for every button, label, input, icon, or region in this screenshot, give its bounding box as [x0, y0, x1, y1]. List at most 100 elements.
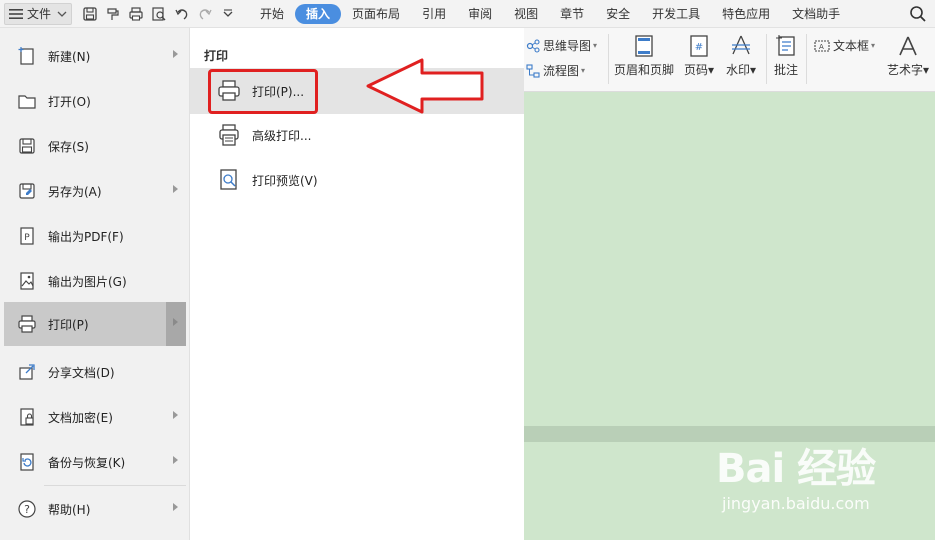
- file-menu-label: 文件: [27, 7, 52, 21]
- backup-icon: [16, 451, 38, 473]
- submenu-arrow-icon: [173, 318, 178, 326]
- menu-item-label: 分享文档(D): [48, 365, 115, 380]
- submenu-item-label: 打印预览(V): [252, 173, 318, 188]
- menu-divider: [44, 485, 186, 486]
- flowchart-button[interactable]: 流程图 ▾: [526, 62, 585, 79]
- search-icon[interactable]: [909, 5, 927, 23]
- menu-item-label: 打开(O): [48, 94, 91, 109]
- save-as-icon: [16, 180, 38, 202]
- chevron-down-icon[interactable]: [57, 9, 67, 19]
- dropdown-arrow-icon: ▾: [707, 63, 715, 77]
- printer-icon: [16, 313, 38, 335]
- tab-view[interactable]: 视图: [503, 4, 549, 24]
- submenu-arrow-icon: [173, 411, 178, 419]
- tab-doc-assistant[interactable]: 文档助手: [781, 4, 851, 24]
- submenu-item-advanced-print[interactable]: 高级打印...: [190, 112, 524, 158]
- mindmap-label: 思维导图: [543, 39, 592, 53]
- tab-home[interactable]: 开始: [249, 4, 295, 24]
- wordart-icon: [899, 36, 917, 56]
- highlight-box: [208, 69, 318, 114]
- wordart-button[interactable]: 艺术字▾: [884, 34, 932, 78]
- submenu-item-label: 高级打印...: [252, 128, 312, 143]
- print-preview-icon[interactable]: [149, 4, 169, 24]
- menu-item-print[interactable]: 打印(P): [4, 302, 186, 346]
- watermark-logo: Bai 经验: [716, 446, 876, 492]
- menu-item-label: 打印(P): [48, 317, 89, 332]
- tab-developer[interactable]: 开发工具: [641, 4, 711, 24]
- menu-item-export-pdf[interactable]: P 输出为PDF(F): [4, 214, 186, 258]
- dropdown-arrow-icon: ▾: [871, 41, 876, 50]
- submenu-arrow-icon: [173, 50, 178, 58]
- header-footer-button[interactable]: 页眉和页脚: [612, 34, 676, 78]
- mindmap-button[interactable]: 思维导图 ▾: [526, 37, 597, 54]
- svg-text:#: #: [695, 42, 703, 53]
- ribbon-divider: [608, 34, 609, 84]
- menu-item-label: 保存(S): [48, 139, 89, 154]
- menu-item-save[interactable]: 保存(S): [4, 124, 186, 168]
- submenu-arrow-icon: [173, 503, 178, 511]
- menu-item-export-image[interactable]: 输出为图片(G): [4, 259, 186, 303]
- ribbon-divider: [766, 34, 767, 84]
- textbox-icon: A: [814, 39, 830, 52]
- save-icon[interactable]: [80, 4, 100, 24]
- textbox-button[interactable]: A 文本框 ▾: [814, 37, 875, 54]
- submenu-item-print-preview[interactable]: 打印预览(V): [190, 157, 524, 203]
- svg-text:A: A: [819, 43, 824, 51]
- tab-security[interactable]: 安全: [595, 4, 641, 24]
- page-number-label: 页码: [683, 63, 708, 77]
- tab-review[interactable]: 审阅: [457, 4, 503, 24]
- undo-icon[interactable]: [172, 4, 192, 24]
- insert-ribbon: 思维导图 ▾ 流程图 ▾ 页眉和页脚 # 页码▾ 水印▾ 批注 A 文本框 ▾ 艺术字…: [524, 28, 935, 92]
- menu-item-share[interactable]: 分享文档(D): [4, 350, 186, 394]
- customize-toolbar-icon[interactable]: [218, 4, 238, 24]
- menu-item-help[interactable]: ? 帮助(H): [4, 487, 186, 531]
- ribbon-tabs: 开始 插入 页面布局 引用 审阅 视图 章节 安全 开发工具 特色应用 文档助手: [249, 3, 851, 24]
- menu-item-label: 输出为图片(G): [48, 274, 127, 289]
- watermark-button[interactable]: 水印▾: [722, 34, 760, 78]
- quick-access-toolbar: [80, 4, 241, 24]
- tab-section[interactable]: 章节: [549, 4, 595, 24]
- menu-item-label: 新建(N): [48, 49, 91, 64]
- share-icon: [16, 361, 38, 383]
- flowchart-label: 流程图: [543, 64, 580, 78]
- format-painter-icon[interactable]: [103, 4, 123, 24]
- menu-item-label: 备份与恢复(K): [48, 455, 126, 470]
- header-footer-label: 页眉和页脚: [613, 63, 674, 77]
- menu-item-open[interactable]: 打开(O): [4, 79, 186, 123]
- menu-item-label: 另存为(A): [48, 184, 102, 199]
- mindmap-icon: [526, 38, 540, 53]
- page-number-icon: #: [690, 35, 708, 57]
- tab-insert[interactable]: 插入: [295, 3, 342, 24]
- redo-icon[interactable]: [195, 4, 215, 24]
- menu-item-new[interactable]: 新建(N): [4, 34, 186, 78]
- submenu-title: 打印: [204, 49, 229, 63]
- flowchart-icon: [526, 63, 540, 78]
- menu-item-encrypt[interactable]: 文档加密(E): [4, 395, 186, 439]
- tab-references[interactable]: 引用: [411, 4, 457, 24]
- advanced-print-icon: [216, 122, 242, 148]
- folder-icon: [16, 90, 38, 112]
- print-preview-icon: [216, 167, 242, 193]
- image-export-icon: [16, 270, 38, 292]
- comment-button[interactable]: 批注: [770, 34, 802, 78]
- print-icon[interactable]: [126, 4, 146, 24]
- menu-item-label: 输出为PDF(F): [48, 229, 124, 244]
- menu-item-save-as[interactable]: 另存为(A): [4, 169, 186, 213]
- file-menu: 新建(N) 打开(O) 保存(S) 另存为(A) P 输出为PDF(F) 输出为…: [0, 28, 190, 540]
- help-icon: ?: [16, 498, 38, 520]
- watermark-label: 水印: [725, 63, 750, 77]
- dropdown-arrow-icon: ▾: [581, 66, 586, 75]
- dropdown-arrow-icon: ▾: [749, 63, 757, 77]
- file-menu-button[interactable]: 文件: [4, 2, 73, 25]
- submenu-arrow-icon: [173, 185, 178, 193]
- page-number-button[interactable]: # 页码▾: [680, 34, 718, 78]
- watermark-icon: [732, 35, 750, 55]
- pdf-export-icon: P: [16, 225, 38, 247]
- menu-item-label: 帮助(H): [48, 502, 91, 517]
- tab-special-apps[interactable]: 特色应用: [711, 4, 781, 24]
- dropdown-arrow-icon: ▾: [593, 41, 598, 50]
- menu-item-backup[interactable]: 备份与恢复(K): [4, 440, 186, 484]
- tab-page-layout[interactable]: 页面布局: [341, 4, 411, 24]
- submenu-arrow-icon: [173, 456, 178, 464]
- dropdown-arrow-icon: ▾: [922, 63, 930, 77]
